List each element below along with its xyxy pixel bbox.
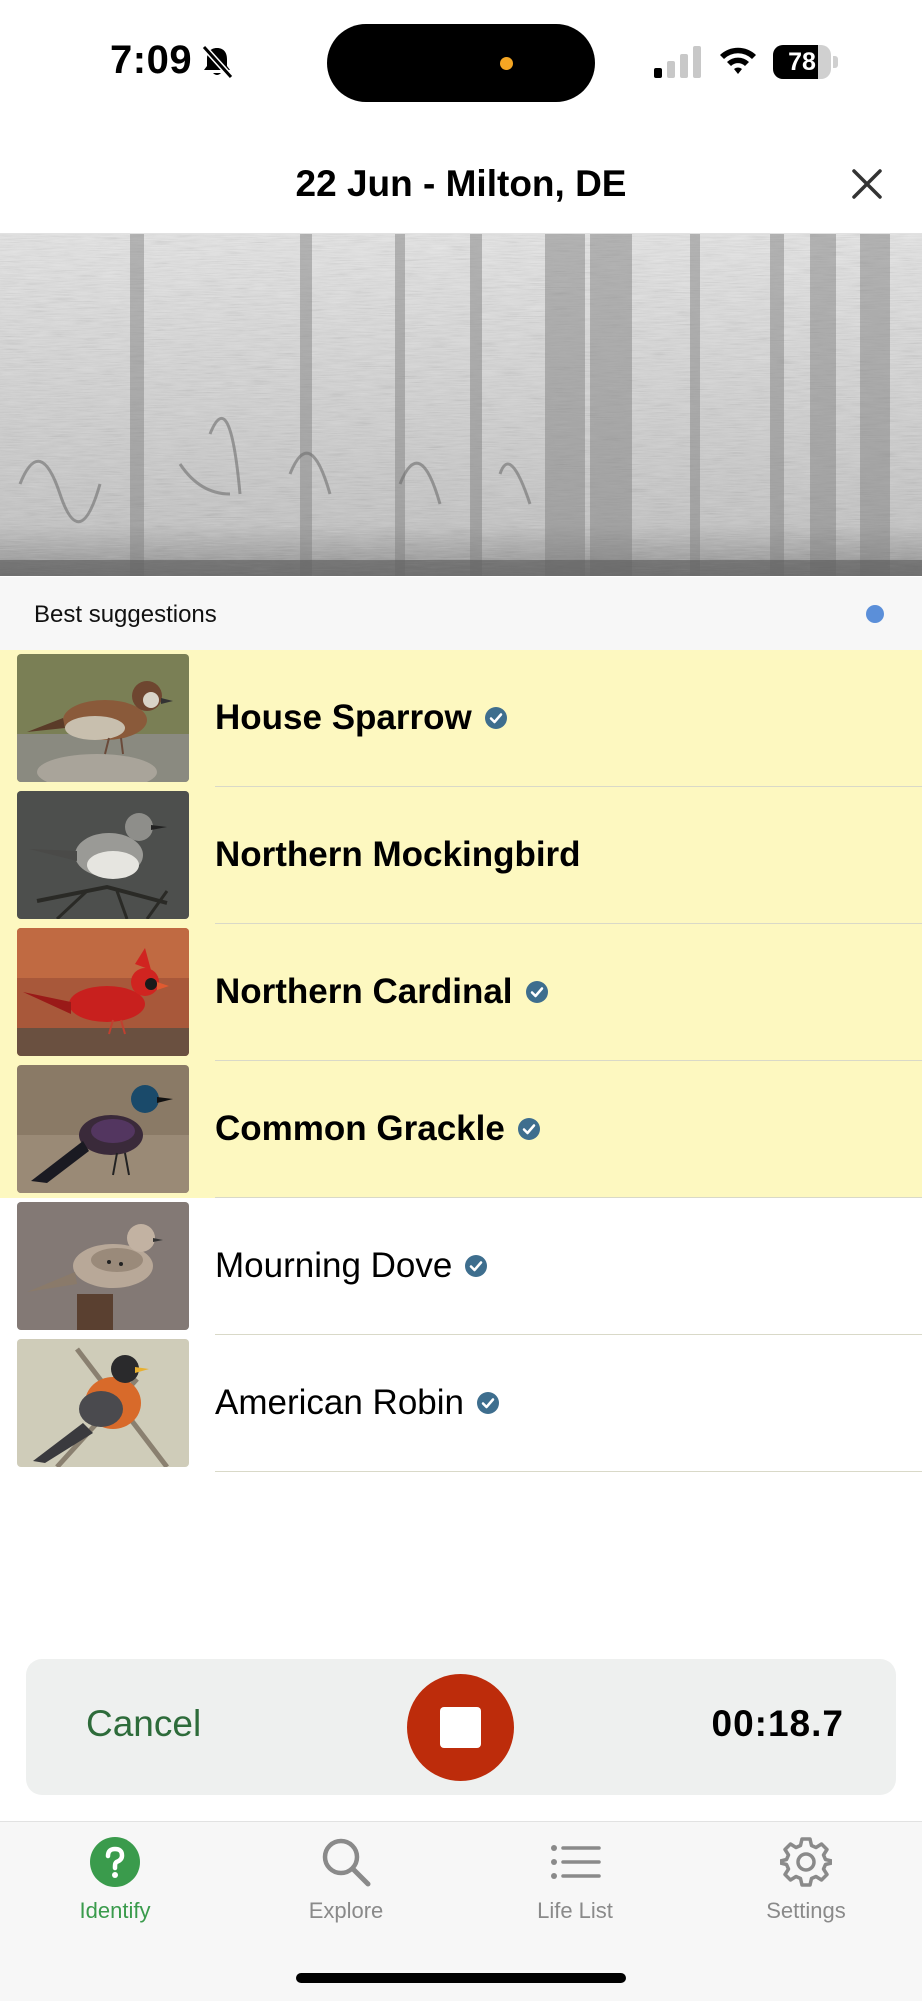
tab-label: Identify: [79, 1898, 151, 1923]
verified-badge-icon: [465, 1255, 488, 1277]
stop-recording-button[interactable]: [407, 1674, 514, 1781]
verified-badge-icon: [484, 707, 507, 729]
bird-name: Mourning Dove: [215, 1246, 453, 1285]
list-item[interactable]: Northern Mockingbird: [0, 787, 922, 924]
spectrogram: [0, 234, 922, 576]
gear-icon: [780, 1837, 832, 1887]
bird-photo-northern-mockingbird: [17, 791, 189, 919]
list-item[interactable]: Northern Cardinal: [0, 924, 922, 1061]
bird-name: Northern Cardinal: [215, 972, 513, 1011]
navigation-header: 22 Jun - Milton, DE: [0, 125, 922, 234]
list-item[interactable]: House Sparrow: [0, 650, 922, 787]
battery-indicator: 78: [773, 45, 841, 79]
bird-name: Northern Mockingbird: [215, 835, 581, 874]
bird-name: Common Grackle: [215, 1109, 505, 1148]
home-indicator[interactable]: [296, 1973, 626, 1983]
suggestions-label: Best suggestions: [34, 601, 217, 628]
tab-label: Settings: [766, 1898, 846, 1923]
verified-badge-icon: [525, 981, 548, 1003]
verified-badge-icon: [477, 1392, 499, 1414]
list-item[interactable]: Mourning Dove: [0, 1198, 922, 1335]
live-indicator-dot: [866, 605, 884, 623]
cancel-button[interactable]: Cancel: [86, 1703, 201, 1745]
page-title: 22 Jun - Milton, DE: [295, 163, 627, 204]
stop-icon: [440, 1707, 481, 1748]
battery-percent: 78: [788, 48, 816, 76]
list-item[interactable]: Common Grackle: [0, 1061, 922, 1198]
bird-photo-common-grackle: [17, 1065, 189, 1193]
bird-name: American Robin: [215, 1383, 464, 1422]
search-icon: [322, 1838, 371, 1887]
recording-timer: 00:18.7: [711, 1703, 844, 1744]
recording-controls: Cancel 00:18.7: [26, 1659, 896, 1795]
cellular-signal-icon: [654, 46, 701, 78]
suggestions-header: Best suggestions: [0, 577, 922, 650]
status-time: 7:09: [110, 38, 193, 82]
dynamic-island: [327, 24, 595, 102]
tab-explore[interactable]: Explore: [266, 1836, 426, 1924]
privacy-indicator-dot: [500, 57, 513, 70]
bird-photo-northern-cardinal: [17, 928, 189, 1056]
bird-photo-mourning-dove: [17, 1202, 189, 1330]
status-bar: 7:09 78: [0, 0, 922, 125]
tab-life-list[interactable]: Life List: [495, 1836, 655, 1924]
verified-badge-icon: [517, 1118, 540, 1140]
wifi-icon: [720, 47, 756, 74]
suggestions-list: House Sparrow Northern Mockingbird North…: [0, 650, 922, 1472]
tab-settings[interactable]: Settings: [726, 1836, 886, 1924]
tab-identify[interactable]: Identify: [35, 1836, 195, 1924]
tab-label: Explore: [308, 1898, 384, 1923]
close-icon[interactable]: [848, 165, 886, 203]
bird-name: House Sparrow: [215, 698, 472, 737]
question-circle-icon: [90, 1837, 140, 1887]
list-icon: [551, 1845, 601, 1879]
bird-photo-american-robin: [17, 1339, 189, 1467]
bird-photo-house-sparrow: [17, 654, 189, 782]
tab-label: Life List: [537, 1898, 613, 1923]
bell-slash-icon: [201, 44, 234, 80]
list-item[interactable]: American Robin: [0, 1335, 922, 1472]
